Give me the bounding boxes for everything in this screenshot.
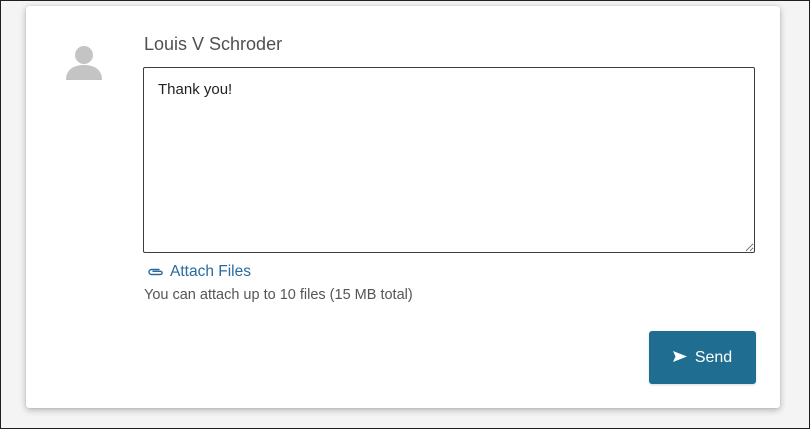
- avatar: [64, 44, 104, 80]
- send-arrow-icon: [672, 350, 687, 362]
- paperclip-icon: [148, 268, 163, 276]
- author-name: Louis V Schroder: [144, 34, 283, 54]
- message-textarea[interactable]: [143, 67, 755, 253]
- comment-card: Louis V Schroder Attach Files You can at…: [26, 6, 780, 408]
- attach-files-link[interactable]: Attach Files: [147, 263, 251, 281]
- send-button-label: Send: [694, 348, 733, 366]
- user-silhouette-icon: [66, 46, 102, 80]
- send-button[interactable]: Send: [649, 331, 756, 384]
- attach-files-label: Attach Files: [170, 263, 251, 280]
- screenshot-frame: Louis V Schroder Attach Files You can at…: [0, 0, 810, 429]
- attach-help-text: You can attach up to 10 files (15 MB tot…: [144, 287, 413, 303]
